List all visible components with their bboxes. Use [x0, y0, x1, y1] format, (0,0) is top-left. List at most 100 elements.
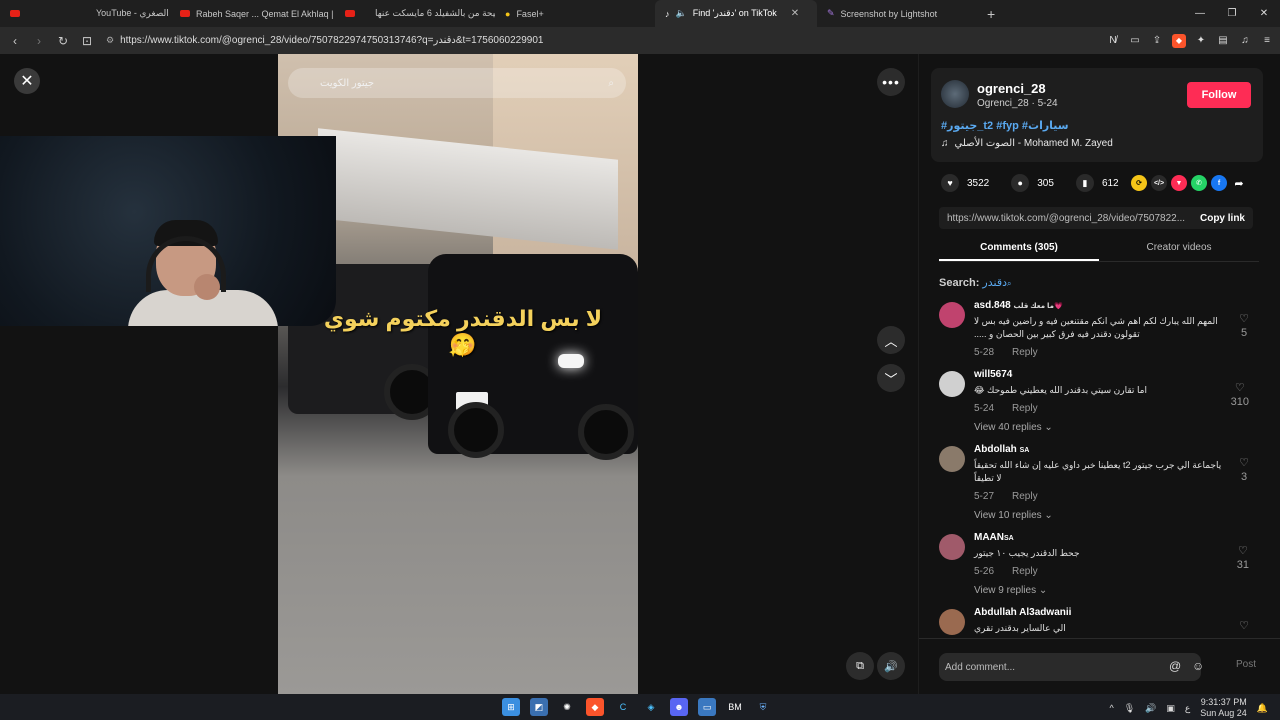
discord-icon[interactable]: ☻ [670, 698, 688, 716]
tray-chevron-up-icon[interactable]: ^ [1109, 703, 1113, 713]
picture-in-picture-button[interactable]: ⧉ [846, 652, 874, 680]
comment-list[interactable]: asd.848 ما معك قلب💗 المهم الله يبارك لكم… [939, 300, 1259, 638]
post-button[interactable]: Post [1236, 659, 1256, 670]
minimize-icon[interactable]: — [1184, 0, 1216, 27]
cast-icon[interactable]: ▭ [1128, 34, 1142, 48]
comment-icon[interactable]: ● [1011, 174, 1030, 192]
tab-creator-videos[interactable]: Creator videos [1099, 240, 1259, 261]
send-icon[interactable]: ▼ [1171, 175, 1187, 191]
comment-item: Abdollah SA ياجماعة الي جرب جيتور t2 يعط… [939, 444, 1259, 521]
commenter-avatar[interactable] [939, 534, 965, 560]
reply-button[interactable]: Reply [1012, 491, 1038, 502]
menu-icon[interactable]: ≡ [1260, 34, 1274, 48]
heart-icon[interactable]: ♥ [941, 174, 959, 192]
media-icon[interactable]: ♫ [1238, 34, 1252, 48]
commenter-username[interactable]: MAAN [974, 532, 1004, 543]
embed-icon[interactable]: </> [1151, 175, 1167, 191]
reply-button[interactable]: Reply [1012, 566, 1038, 577]
share-arrow-icon[interactable]: ➦ [1231, 175, 1247, 191]
volume-icon[interactable]: 🔊 [1145, 703, 1156, 714]
webcam-overlay [0, 136, 336, 326]
commenter-avatar[interactable] [939, 371, 965, 397]
view-replies-button[interactable]: View 9 replies ⌄ [974, 585, 1259, 596]
music-line[interactable]: ♫ الصوت الأصلي - Mohamed M. Zayed [941, 138, 1113, 149]
commenter-username[interactable]: will5674 [974, 369, 1012, 380]
close-icon[interactable]: ✕ [791, 8, 799, 19]
author-avatar[interactable] [941, 80, 969, 108]
engagement-stats: ♥ 3522 ● 305 ▮ 612 [941, 174, 1119, 192]
url-field[interactable]: ⚙ https://www.tiktok.com/@ogrenci_28/vid… [102, 31, 1100, 51]
video-search-overlay: جيتور الكويت ⌕ [288, 68, 626, 98]
previous-video-button[interactable]: ︿ [877, 326, 905, 354]
language-indicator[interactable]: ع [1185, 703, 1190, 714]
taskbar-apps: ⊞ ◩ ✺ ◆ C ◈ ☻ ▭ BM ⛨ [502, 698, 772, 716]
bookmark-icon[interactable]: ▮ [1075, 174, 1094, 192]
comment-like[interactable]: ♡ [1239, 619, 1249, 633]
repost-icon[interactable]: ⟳ [1131, 175, 1147, 191]
bookmark-icon[interactable]: ⊡ [78, 32, 96, 50]
reply-button[interactable]: Reply [1012, 403, 1038, 414]
close-video-button[interactable]: ✕ [14, 68, 40, 94]
next-video-button[interactable]: ﹀ [877, 364, 905, 392]
shield-app-icon[interactable]: ⛨ [754, 698, 772, 716]
follow-button[interactable]: Follow [1187, 82, 1251, 108]
commenter-username[interactable]: asd.848 [974, 300, 1011, 311]
tab-fasel[interactable]: ● Fasel+ [495, 0, 655, 27]
brave-shield-icon[interactable]: ◆ [1172, 33, 1186, 48]
whatsapp-icon[interactable]: ✆ [1191, 175, 1207, 191]
emoji-icon[interactable]: ☺ [1192, 659, 1204, 673]
new-tab-button[interactable]: + [977, 0, 1005, 27]
no-translate-icon[interactable]: N̸ [1106, 34, 1120, 48]
view-replies-button[interactable]: View 40 replies ⌄ [974, 422, 1259, 433]
restore-icon[interactable]: ❐ [1216, 0, 1248, 27]
search-term-link[interactable]: دقندر [982, 277, 1007, 289]
commenter-avatar[interactable] [939, 446, 965, 472]
bm-app-icon[interactable]: BM [726, 698, 744, 716]
brave-browser-icon[interactable]: ◆ [586, 698, 604, 716]
commenter-username[interactable]: Abdullah Al3adwanii [974, 607, 1071, 618]
tab-comments[interactable]: Comments (305) [939, 240, 1099, 261]
view-replies-button[interactable]: View 10 replies ⌄ [974, 510, 1259, 521]
microphone-icon[interactable]: 🎙 [1124, 703, 1135, 714]
facebook-icon[interactable]: f [1211, 175, 1227, 191]
hashtags[interactable]: #جيتور_t2 #fyp #سيارات [941, 119, 1069, 132]
comment-like[interactable]: ♡ 3 [1239, 456, 1249, 484]
tab-youtube-3[interactable]: فضيحة من بالشفيلد 6 مايسكت عنها... - [335, 0, 495, 27]
sidebar-icon[interactable]: ▤ [1216, 34, 1230, 48]
notification-bell-icon[interactable]: 🔔 [1257, 703, 1268, 714]
comment-like[interactable]: ♡ 31 [1237, 544, 1249, 572]
heart-outline-icon: ♡ [1239, 313, 1249, 325]
tab-tiktok[interactable]: ♪ 🔈 Find 'دقندر' on TikTok | TikTok ✕ [655, 0, 817, 27]
reload-icon[interactable]: ↻ [54, 32, 72, 50]
commenter-avatar[interactable] [939, 302, 965, 328]
windows-start-icon[interactable]: ⊞ [502, 698, 520, 716]
reply-button[interactable]: Reply [1012, 347, 1038, 358]
tab-youtube-2[interactable]: Rabeh Saqer ... Qemat El Akhlaq | ... [170, 0, 335, 27]
network-icon[interactable]: ▣ [1166, 703, 1175, 714]
share-page-icon[interactable]: ⇪ [1150, 34, 1164, 48]
chatgpt-icon[interactable]: ✺ [558, 698, 576, 716]
forward-icon[interactable]: › [30, 32, 48, 50]
app-diamond-icon[interactable]: ◈ [642, 698, 660, 716]
author-username[interactable]: ogrenci_28 [977, 81, 1046, 96]
mention-icon[interactable]: @ [1169, 659, 1181, 673]
tab-youtube-1[interactable]: YouTube - الصغري [0, 0, 170, 27]
copy-link-button[interactable]: Copy link [1200, 213, 1245, 224]
comment-like[interactable]: ♡ 5 [1239, 312, 1249, 340]
volume-button[interactable]: 🔊 [877, 652, 905, 680]
window-app-icon[interactable]: ▭ [698, 698, 716, 716]
extensions-icon[interactable]: ✦ [1194, 34, 1208, 48]
close-window-icon[interactable]: ✕ [1248, 0, 1280, 27]
commenter-avatar[interactable] [939, 609, 965, 635]
more-options-button[interactable]: ••• [877, 68, 905, 96]
file-icon[interactable]: ◩ [530, 698, 548, 716]
comment-input[interactable] [939, 653, 1201, 681]
clock[interactable]: 9:31:37 PM Sun Aug 24 [1200, 697, 1247, 719]
ccleaner-icon[interactable]: C [614, 698, 632, 716]
commenter-username[interactable]: Abdollah [974, 444, 1017, 455]
comment-date: 5-24 [974, 403, 995, 414]
back-icon[interactable]: ‹ [6, 32, 24, 50]
tab-lightshot[interactable]: ✎ Screenshot by Lightshot [817, 0, 977, 27]
site-info-icon[interactable]: ⚙ [106, 35, 114, 46]
comment-like[interactable]: ♡ 310 [1231, 381, 1249, 409]
